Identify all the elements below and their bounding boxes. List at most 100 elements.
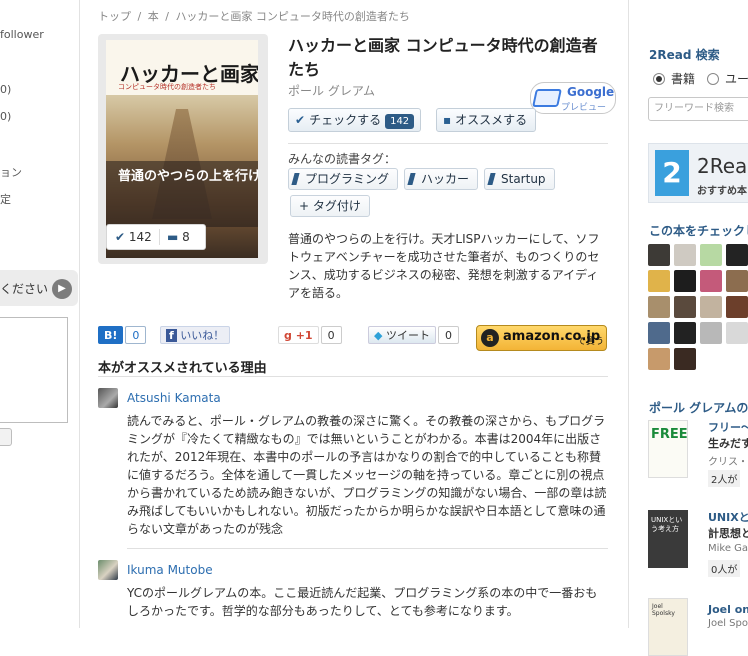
reviewer-name[interactable]: Atsushi Kamata (127, 391, 221, 405)
related-book[interactable]: FREE フリー～ 生みだす クリス・ 2人が (648, 420, 748, 490)
related-book-title[interactable]: Joel on (708, 602, 748, 618)
book-thumbnail-text: Joel Spolsky (652, 603, 675, 617)
breadcrumb-sep: / (137, 10, 142, 23)
left-comment-textarea[interactable] (0, 317, 68, 423)
avatar[interactable] (674, 322, 696, 344)
related-book[interactable]: UNIXという考え方 UNIXとい 計思想と Mike Gan 0人が (648, 510, 748, 580)
check-button-label: チェックする (309, 113, 382, 127)
review-item: Atsushi Kamata 読んでみると、ポール・グレアムの教養の深さに驚く。… (98, 388, 608, 548)
comment-stat[interactable]: ▬ 8 (167, 230, 190, 244)
left-menu-item-2[interactable]: 定 (0, 191, 11, 207)
related-book-title-2: 生みだす (708, 437, 748, 450)
radio-users-label: ユー (725, 72, 748, 86)
breadcrumb-top[interactable]: トップ (98, 10, 131, 23)
left-comment-prompt: ください (0, 282, 49, 296)
author-books-heading: ポール グレアムの (649, 401, 748, 415)
check-stat[interactable]: ✔ 142 (115, 230, 152, 244)
related-book-title[interactable]: フリー～ (708, 420, 748, 436)
facebook-like-button[interactable]: f いいね！ (160, 326, 231, 346)
left-count-1: 0) (0, 83, 12, 96)
radio-selected-icon (653, 73, 665, 85)
left-submit-button[interactable] (0, 428, 12, 446)
checkers-heading: この本をチェックし (649, 224, 748, 238)
book-thumbnail[interactable]: Joel Spolsky (648, 598, 688, 656)
breadcrumb-books[interactable]: 本 (148, 10, 159, 23)
tag-startup[interactable]: Startup (484, 168, 555, 190)
avatar[interactable] (648, 270, 670, 292)
avatar[interactable] (648, 348, 670, 370)
related-book-count: 0人が (708, 560, 741, 577)
related-book-title-2: 計思想と (708, 527, 748, 540)
open-book-icon (532, 89, 562, 107)
2read-banner[interactable]: 2 2Rea おすすめ本 (648, 143, 748, 203)
follower-link[interactable]: follower (0, 28, 44, 41)
reading-tags-label: みんなの読書タグ： (288, 152, 397, 166)
related-book-count: 2人が (708, 470, 741, 487)
book-thumbnail[interactable]: UNIXという考え方 (648, 510, 688, 568)
stats-divider (159, 229, 160, 245)
recommend-button-label: オススメする (455, 113, 528, 127)
avatar[interactable] (674, 244, 696, 266)
avatar[interactable] (648, 244, 670, 266)
avatar[interactable] (700, 244, 722, 266)
search-input[interactable]: フリーワード検索 (648, 97, 748, 121)
play-arrow-icon[interactable]: ▶ (52, 279, 72, 299)
comment-stat-count: 8 (182, 230, 190, 244)
avatar[interactable] (726, 296, 748, 318)
avatar[interactable] (648, 322, 670, 344)
avatar[interactable] (726, 244, 748, 266)
related-book-title[interactable]: UNIXとい (708, 510, 748, 526)
amazon-buy-button[interactable]: a amazon.co.jp で買う (476, 325, 607, 351)
amazon-buy-label: で買う (577, 337, 605, 347)
preview-label: プレビュー (561, 103, 607, 113)
google-preview-button[interactable]: Google プレビュー (530, 82, 616, 114)
avatar[interactable] (674, 270, 696, 292)
tag-programming[interactable]: プログラミング (288, 168, 399, 190)
tag-hacker[interactable]: ハッカー (404, 168, 479, 190)
avatar[interactable] (726, 270, 748, 292)
book-thumbnail[interactable]: FREE (648, 420, 688, 478)
hatena-bookmark-widget[interactable]: B! 0 (98, 326, 147, 346)
amazon-logo-icon: a (481, 329, 499, 347)
book-author[interactable]: ポール グレアム (288, 82, 375, 99)
book-description: 普通のやつらの上を行け。天才LISPハッカーにして、ソフトウェアベンチャーを成功… (288, 232, 600, 300)
gplus-icon: g +1 (278, 326, 319, 344)
avatar[interactable] (648, 296, 670, 318)
comment-icon: ▬ (167, 230, 179, 244)
left-sidebar: follower 0) 0) ョン 定 ください ▶ (0, 0, 80, 628)
add-tag-button[interactable]: + タグ付け (290, 195, 370, 217)
left-menu-item-1[interactable]: ョン (0, 164, 22, 180)
check-stat-count: 142 (128, 230, 152, 244)
reviewer-name[interactable]: Ikuma Mutobe (127, 563, 213, 577)
hatena-count: 0 (125, 326, 147, 344)
avatar[interactable] (700, 322, 722, 344)
related-book-author: クリス・ (708, 457, 748, 468)
checkmark-icon: ✔ (295, 113, 306, 127)
recommend-button[interactable]: ▪ オススメする (436, 108, 537, 132)
related-book[interactable]: Joel Spolsky Joel on Joel Spo (648, 598, 748, 656)
google-brand: Google (567, 85, 615, 99)
tweet-widget[interactable]: ◆ ツイート 0 (368, 326, 459, 346)
avatar[interactable] (674, 348, 696, 370)
hatena-icon: B! (98, 326, 124, 344)
check-button[interactable]: ✔ チェックする 142 (288, 108, 422, 132)
related-book-author: Mike Gan (708, 543, 748, 554)
google-plus-widget[interactable]: g +1 0 (278, 326, 342, 346)
avatar[interactable] (700, 270, 722, 292)
radio-unselected-icon (707, 73, 719, 85)
avatar[interactable] (674, 296, 696, 318)
twitter-bird-icon: ◆ (374, 329, 383, 342)
avatar[interactable] (98, 560, 118, 580)
review-text: 読んでみると、ポール・グレアムの教養の深さに驚く。その教養の深さから、もプログラ… (127, 414, 607, 536)
2read-logo-icon: 2 (655, 150, 689, 196)
search-heading: 2Read 検索 (649, 48, 720, 62)
book-cover-frame: ハッカーと画家 コンピュータ時代の創造者たち 普通のやつらの上を行け ✔ 142… (98, 34, 268, 264)
tweet-count: 0 (437, 326, 459, 344)
avatar[interactable] (98, 388, 118, 408)
checkmark-icon: ✔ (115, 230, 126, 244)
radio-books[interactable]: 書籍 (653, 70, 695, 87)
avatar[interactable] (726, 322, 748, 344)
avatar[interactable] (700, 296, 722, 318)
radio-users[interactable]: ユー (707, 70, 748, 87)
speech-bubble-icon: ▪ (443, 113, 452, 127)
